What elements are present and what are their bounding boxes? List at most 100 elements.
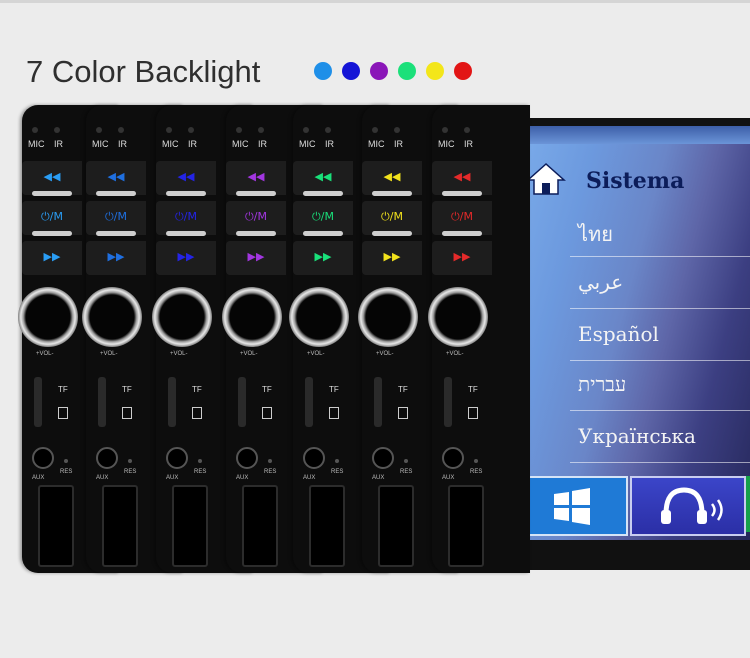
power-mode-button[interactable]: ⏻/M	[432, 201, 492, 235]
reset-hole[interactable]	[335, 459, 339, 463]
next-button[interactable]: ▶▶	[432, 241, 492, 275]
ir-sensor	[258, 127, 264, 133]
home-icon[interactable]	[526, 162, 566, 196]
usb-port[interactable]	[448, 485, 484, 567]
volume-knob[interactable]	[222, 287, 282, 347]
windows-tile[interactable]	[514, 476, 628, 536]
tf-card-slot[interactable]	[444, 377, 452, 427]
previous-button[interactable]: ◀◀	[432, 161, 492, 195]
tf-label: TF	[398, 385, 408, 394]
volume-knob[interactable]	[289, 287, 349, 347]
next-button[interactable]: ▶▶	[156, 241, 216, 275]
ir-sensor	[188, 127, 194, 133]
screen-top-bar	[498, 126, 750, 144]
mic-label: MIC	[28, 139, 45, 149]
settings-title: Sistema	[586, 168, 685, 194]
aux-jack[interactable]	[372, 447, 394, 469]
language-item-thai[interactable]: ไทย	[578, 218, 613, 250]
language-item-arabic[interactable]: عربي	[578, 270, 623, 294]
next-tile[interactable]	[746, 476, 750, 532]
radio-faceplate: MIC IR ◀◀ ⏻/M ▶▶ +VOL- TF AUX RES	[428, 105, 530, 573]
button-divider	[96, 191, 136, 196]
language-item-hebrew[interactable]: עברית	[578, 372, 626, 397]
tf-label: TF	[192, 385, 202, 394]
usb-port[interactable]	[242, 485, 278, 567]
previous-button[interactable]: ◀◀	[22, 161, 82, 195]
power-icon: ⏻/M	[451, 210, 473, 223]
reset-hole[interactable]	[268, 459, 272, 463]
next-button[interactable]: ▶▶	[293, 241, 353, 275]
reset-hole[interactable]	[404, 459, 408, 463]
previous-button[interactable]: ◀◀	[226, 161, 286, 195]
ir-sensor	[54, 127, 60, 133]
power-mode-button[interactable]: ⏻/M	[226, 201, 286, 235]
usb-port[interactable]	[102, 485, 138, 567]
next-icon: ▶▶	[247, 250, 265, 263]
reset-hole[interactable]	[128, 459, 132, 463]
previous-button[interactable]: ◀◀	[293, 161, 353, 195]
tf-card-slot[interactable]	[168, 377, 176, 427]
previous-button[interactable]: ◀◀	[156, 161, 216, 195]
language-item-ukrainian[interactable]: Українська	[578, 424, 696, 448]
volume-knob[interactable]	[18, 287, 78, 347]
power-mode-button[interactable]: ⏻/M	[156, 201, 216, 235]
ir-sensor	[394, 127, 400, 133]
tf-card-slot[interactable]	[34, 377, 42, 427]
tf-card-slot[interactable]	[98, 377, 106, 427]
power-mode-button[interactable]: ⏻/M	[22, 201, 82, 235]
previous-icon: ◀◀	[383, 170, 401, 183]
power-mode-button[interactable]: ⏻/M	[293, 201, 353, 235]
divider	[570, 308, 750, 309]
aux-jack[interactable]	[442, 447, 464, 469]
next-button[interactable]: ▶▶	[86, 241, 146, 275]
color-dot	[454, 62, 472, 80]
volume-label: +VOL-	[307, 351, 325, 357]
previous-button[interactable]: ◀◀	[362, 161, 422, 195]
color-dot	[314, 62, 332, 80]
volume-knob[interactable]	[82, 287, 142, 347]
usb-port[interactable]	[172, 485, 208, 567]
heading-title: 7 Color Backlight	[26, 54, 261, 89]
button-divider	[372, 231, 412, 236]
next-icon: ▶▶	[107, 250, 125, 263]
ir-label: IR	[258, 139, 267, 149]
volume-knob[interactable]	[428, 287, 488, 347]
usb-port[interactable]	[309, 485, 345, 567]
tf-card-slot[interactable]	[374, 377, 382, 427]
next-button[interactable]: ▶▶	[226, 241, 286, 275]
tf-label: TF	[122, 385, 132, 394]
tf-label: TF	[58, 385, 68, 394]
color-dot	[370, 62, 388, 80]
power-mode-button[interactable]: ⏻/M	[362, 201, 422, 235]
language-item-spanish[interactable]: Español	[578, 322, 659, 346]
aux-jack[interactable]	[96, 447, 118, 469]
next-button[interactable]: ▶▶	[22, 241, 82, 275]
previous-icon: ◀◀	[177, 170, 195, 183]
sd-card-icon	[329, 407, 339, 419]
reset-hole[interactable]	[474, 459, 478, 463]
divider	[570, 256, 750, 257]
next-button[interactable]: ▶▶	[362, 241, 422, 275]
tf-card-slot[interactable]	[238, 377, 246, 427]
usb-port[interactable]	[378, 485, 414, 567]
button-divider	[236, 191, 276, 196]
volume-knob[interactable]	[152, 287, 212, 347]
reset-hole[interactable]	[198, 459, 202, 463]
reset-hole[interactable]	[64, 459, 68, 463]
volume-knob[interactable]	[358, 287, 418, 347]
usb-port[interactable]	[38, 485, 74, 567]
mic-hole	[442, 127, 448, 133]
aux-jack[interactable]	[236, 447, 258, 469]
audio-tile[interactable]	[630, 476, 746, 536]
divider	[570, 360, 750, 361]
aux-label: AUX	[32, 475, 45, 481]
aux-jack[interactable]	[32, 447, 54, 469]
ir-label: IR	[118, 139, 127, 149]
aux-jack[interactable]	[303, 447, 325, 469]
power-mode-button[interactable]: ⏻/M	[86, 201, 146, 235]
aux-jack[interactable]	[166, 447, 188, 469]
previous-button[interactable]: ◀◀	[86, 161, 146, 195]
tf-label: TF	[262, 385, 272, 394]
mic-label: MIC	[438, 139, 455, 149]
tf-card-slot[interactable]	[305, 377, 313, 427]
